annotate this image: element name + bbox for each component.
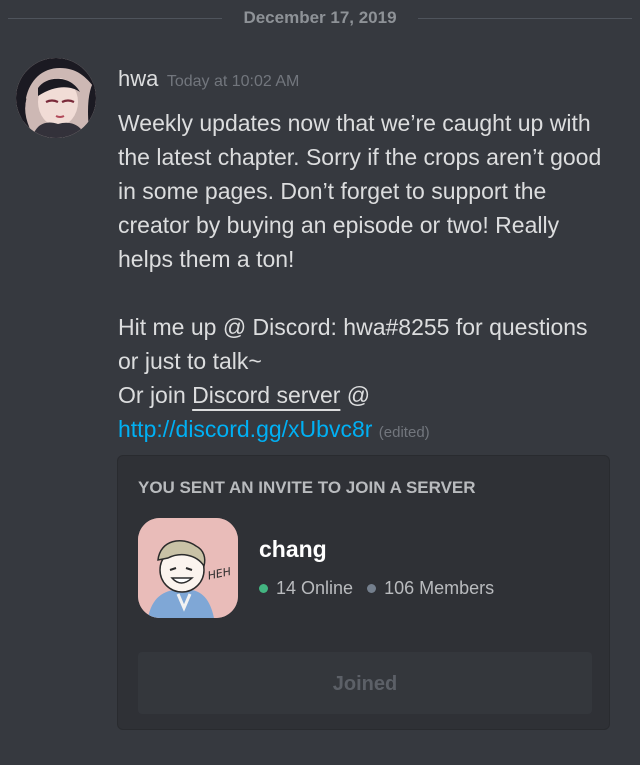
date-divider: December 17, 2019 (0, 0, 640, 38)
invite-title: YOU SENT AN INVITE TO JOIN A SERVER (138, 478, 476, 497)
user-avatar[interactable] (16, 58, 96, 138)
timestamp: Today at 10:02 AM (166, 73, 300, 90)
joined-button[interactable]: Joined (138, 652, 592, 714)
member-count: 106 Members (384, 578, 495, 598)
divider-line-right (418, 18, 632, 19)
message-header: hwa Today at 10:02 AM (118, 66, 299, 92)
server-icon[interactable]: HEH (138, 518, 238, 618)
message-content: Weekly updates now that we’re caught up … (118, 106, 608, 450)
divider-line-left (8, 18, 222, 19)
join-prefix: Or join (118, 382, 193, 408)
message-contact-line: Hit me up @ Discord: hwa#8255 for questi… (118, 314, 588, 374)
invite-card: YOU SENT AN INVITE TO JOIN A SERVER HEH … (117, 455, 610, 730)
message-paragraph: Weekly updates now that we’re caught up … (118, 110, 602, 272)
server-stats: 14 Online 106 Members (259, 578, 494, 599)
online-count: 14 Online (276, 578, 354, 598)
online-status-dot (259, 584, 268, 593)
edited-label: (edited) (378, 424, 430, 441)
message-join-line: Or join Discord server @ http://discord.… (118, 378, 608, 450)
server-name: chang (259, 536, 327, 562)
discord-server-text: Discord server (192, 382, 341, 408)
username[interactable]: hwa (118, 66, 158, 91)
date-label: December 17, 2019 (243, 8, 397, 27)
join-at: @ (340, 382, 371, 408)
invite-link[interactable]: http://discord.gg/xUbvc8r (118, 416, 372, 442)
members-dot (367, 584, 377, 593)
